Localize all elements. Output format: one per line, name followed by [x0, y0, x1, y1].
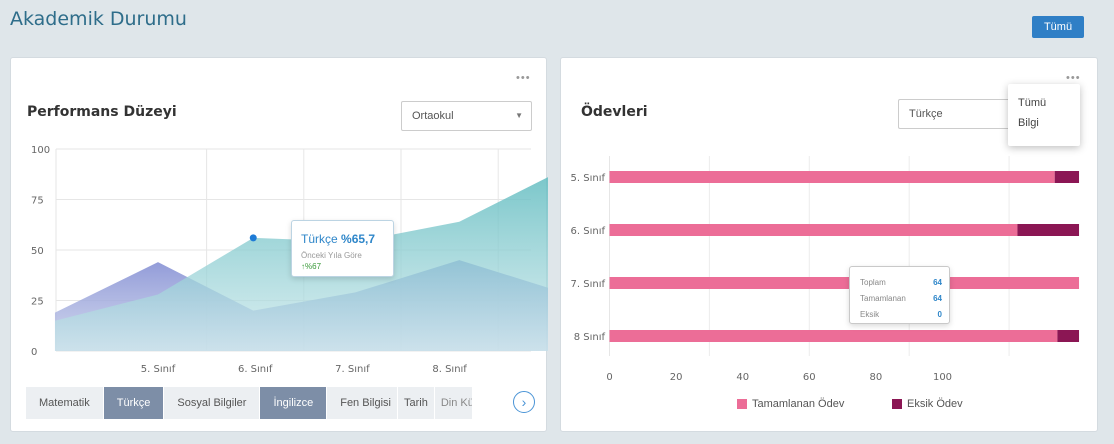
tab-matematik[interactable]: Matematik — [26, 387, 104, 419]
tooltip-row: Eksik 0 — [860, 307, 942, 323]
bar-completed[interactable] — [609, 171, 1055, 183]
data-point-marker[interactable] — [249, 234, 257, 242]
page-title: Akademik Durumu — [10, 8, 187, 30]
bar-completed[interactable] — [609, 330, 1058, 342]
y-tick-label: 0 — [31, 347, 37, 358]
legend-label: Tamamlanan Ödev — [752, 398, 845, 410]
x-tick-label: 7. Sınıf — [335, 364, 370, 375]
performance-chart: 0 25 50 75 100 5. Sınıf 6. Sınıf 7. Sınıf 8. Sın… — [31, 145, 548, 375]
y-category-label: 8 Sınıf — [574, 332, 606, 343]
card-dropdown-menu: Tümü Bilgi — [1008, 84, 1080, 146]
x-tick-label: 80 — [870, 372, 883, 383]
tooltip-value: %65,7 — [341, 232, 376, 246]
bar-completed[interactable] — [609, 277, 1080, 289]
performance-card: ••• Performans Düzeyi Ortaokul ▼ 0 25 50 75… — [10, 57, 548, 432]
legend-completed: Tamamlanan Ödev — [737, 398, 844, 410]
tooltip-row-label: Eksik — [860, 310, 880, 319]
tab-din-kulturu[interactable]: Din Kü — [434, 387, 473, 419]
y-tick-label: 25 — [31, 297, 44, 308]
x-tick-label: 40 — [736, 372, 749, 383]
x-tick-label: 60 — [803, 372, 816, 383]
tooltip-row-label: Tamamlanan — [860, 294, 906, 303]
y-tick-label: 50 — [31, 246, 44, 257]
x-tick-label: 20 — [670, 372, 683, 383]
y-category-label: 6. Sınıf — [571, 226, 606, 237]
x-tick-label: 6. Sınıf — [238, 364, 273, 375]
dropdown-item-bilgi[interactable]: Bilgi — [1008, 113, 1080, 133]
bar-completed[interactable] — [609, 224, 1018, 236]
legend-swatch — [737, 399, 747, 409]
tooltip-row: Toplam 64 — [860, 275, 942, 291]
legend-missing: Eksik Ödev — [892, 398, 963, 410]
bar-missing[interactable] — [1017, 224, 1080, 236]
tab-fen-bilgisi[interactable]: Fen Bilgisi — [327, 387, 398, 419]
tooltip-subject: Türkçe — [301, 232, 338, 246]
bar-missing[interactable] — [1054, 171, 1080, 183]
all-button[interactable]: Tümü — [1032, 16, 1084, 38]
x-tick-label: 0 — [606, 372, 612, 383]
y-tick-label: 100 — [31, 145, 50, 156]
tab-ingilizce[interactable]: İngilizce — [260, 387, 328, 419]
tooltip-row-label: Toplam — [860, 278, 886, 287]
chevron-right-icon[interactable]: › — [513, 391, 535, 413]
tooltip-change: ↑%67 — [301, 262, 322, 271]
y-tick-label: 75 — [31, 196, 44, 207]
y-category-label: 5. Sınıf — [571, 173, 606, 184]
tooltip-row-value: 64 — [933, 294, 942, 303]
tab-tarih[interactable]: Tarih — [397, 387, 435, 419]
y-category-label: 7. Sınıf — [571, 279, 606, 290]
tooltip-row-value: 64 — [933, 278, 942, 287]
subject-tabs: Matematik Türkçe Sosyal Bilgiler İngiliz… — [26, 387, 473, 419]
tab-sosyal-bilgiler[interactable]: Sosyal Bilgiler — [164, 387, 261, 419]
legend-swatch — [892, 399, 902, 409]
tab-turkce[interactable]: Türkçe — [103, 387, 165, 419]
x-tick-label: 8. Sınıf — [432, 364, 467, 375]
tooltip-row: Tamamlanan 64 — [860, 291, 942, 307]
bar-missing[interactable] — [1057, 330, 1080, 342]
dropdown-item-tumu[interactable]: Tümü — [1008, 93, 1080, 113]
homework-tooltip: Toplam 64 Tamamlanan 64 Eksik 0 — [849, 266, 950, 324]
tooltip-compare-label: Önceki Yıla Göre — [301, 251, 362, 260]
legend-label: Eksik Ödev — [907, 398, 963, 410]
tooltip-row-value: 0 — [937, 310, 942, 319]
performance-tooltip: Türkçe %65,7 Önceki Yıla Göre ↑%67 — [291, 220, 394, 277]
x-tick-label: 100 — [933, 372, 952, 383]
x-tick-label: 5. Sınıf — [141, 364, 176, 375]
